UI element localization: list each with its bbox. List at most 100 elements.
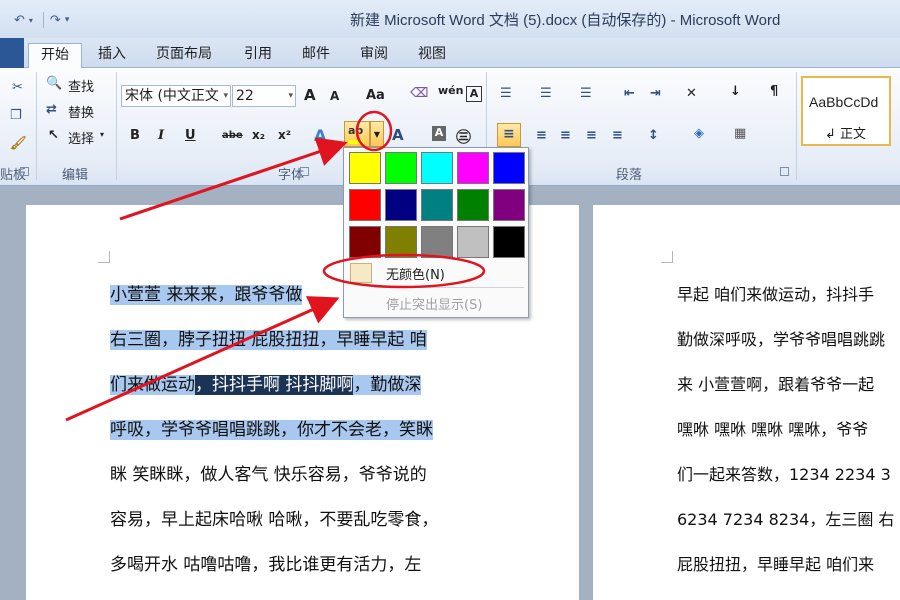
tab-insert[interactable]: 插入 [86,43,138,68]
change-case-button[interactable]: Aa [366,88,385,103]
phonetic-guide-icon[interactable]: wén [438,84,463,97]
tab-home[interactable]: 开始 [28,43,82,68]
menu-separator [374,287,524,288]
selected-text-run: ，勤做深 [353,375,422,395]
tab-page-layout[interactable]: 页面布局 [144,43,224,68]
replace-button[interactable]: 替换 [68,102,94,121]
strikethrough-button[interactable]: abe [222,130,243,141]
text-run: 多喝开水 咕噜咕噜，我比谁更有活力，左 [110,555,422,575]
margin-corner [98,251,110,263]
format-painter-icon[interactable]: 🖌 [10,136,27,151]
color-swatch[interactable] [385,226,417,258]
select-dropdown-icon[interactable]: ▾ [100,130,104,139]
text-effects-icon[interactable]: A [314,126,326,145]
no-color-chip [350,263,372,283]
right-align-icon[interactable]: ≡ [560,128,571,143]
justify-icon[interactable]: ≡ [586,128,597,143]
customize-qat-icon[interactable]: ▾ [65,15,70,25]
paragraph-launcher-icon[interactable] [780,167,789,176]
tab-references[interactable]: 引用 [232,43,284,68]
find-button[interactable]: 查找 [68,76,94,95]
clipboard-launcher-icon[interactable] [20,167,29,176]
text-line: 小萱萱 来来来，跟爷爷做 [110,280,303,310]
highlight-dropdown-arrow[interactable]: ▼ [370,121,384,147]
selected-text-run: 呼吸，学爷爷唱唱跳跳，你才不会老，笑眯 [110,420,433,440]
show-marks-icon[interactable]: ¶ [770,84,778,99]
numbering-icon[interactable]: ☰ [540,86,552,101]
font-launcher-icon[interactable] [300,167,309,176]
color-swatch[interactable] [421,226,453,258]
italic-button[interactable]: I [158,128,164,143]
color-swatch[interactable] [493,152,525,184]
decrease-indent-icon[interactable]: ⇤ [624,86,635,101]
multilevel-list-icon[interactable]: ☰ [580,86,592,101]
center-align-icon[interactable]: ≡ [536,128,547,143]
select-button[interactable]: 选择 [68,128,94,147]
document-page-2[interactable] [593,205,900,600]
select-cursor-icon: ↖ [48,128,59,143]
borders-icon[interactable]: ▦ [734,126,746,141]
color-swatch[interactable] [457,226,489,258]
shrink-font-button[interactable]: A [330,89,339,103]
text-line: 勤做深呼吸，学爷爷唱唱跳跳 [677,330,886,349]
enclose-characters-icon[interactable]: ㊂ [456,126,471,147]
stop-highlight-menu-item[interactable]: 停止突出显示(S) [386,294,482,313]
quick-access-toolbar: ↶ ▾ ↷ ▾ [0,8,73,32]
style-normal[interactable]: AaBbCcDd ↲ 正文 [801,76,891,146]
color-swatch[interactable] [421,152,453,184]
copy-icon[interactable]: ❐ [10,108,22,123]
left-align-icon: ≡ [503,126,515,142]
highlight-color-menu: 无颜色(N) 停止突出显示(S) [343,147,529,318]
style-sample-text: AaBbCcDd [809,94,879,110]
increase-indent-icon[interactable]: ⇥ [650,86,661,101]
undo-icon[interactable]: ↶ [14,13,25,28]
color-swatch[interactable] [349,189,381,221]
group-separator [36,72,37,180]
color-swatch[interactable] [421,189,453,221]
font-name-combo[interactable]: 宋体 (中文正文 ▾ [121,85,231,107]
shading-icon[interactable]: ◈ [694,126,704,141]
font-color-icon[interactable]: A [392,126,404,144]
text-line: 右三圈，脖子扭扭 屁股扭扭，早睡早起 咱 [110,325,427,355]
line-spacing-icon[interactable]: ↕ [648,128,659,143]
clear-formatting-icon[interactable]: ⌫ [410,86,428,101]
bold-button[interactable]: B [130,128,140,143]
character-border-icon[interactable]: A [466,86,482,102]
undo-dropdown-icon[interactable]: ▾ [29,16,33,25]
color-swatch[interactable] [349,226,381,258]
cut-icon[interactable]: ✂ [12,80,23,95]
text-line: 早起 咱们来做运动，抖抖手 [677,285,875,304]
tab-review[interactable]: 审阅 [348,43,400,68]
title-bar: ↶ ▾ ↷ ▾ 新建 Microsoft Word 文档 (5).docx (自… [0,0,900,38]
color-swatch[interactable] [349,152,381,184]
highlight-label: ab [348,124,364,137]
superscript-button[interactable]: x² [278,128,291,142]
redo-icon[interactable]: ↷ [50,13,61,28]
asian-layout-icon[interactable]: ✕ [686,86,697,101]
no-color-menu-item[interactable]: 无颜色(N) [348,261,524,285]
color-swatch[interactable] [385,189,417,221]
color-swatch[interactable] [385,152,417,184]
text-line: 屁股扭扭，早睡早起 咱们来 [677,555,875,574]
underline-button[interactable]: U [185,128,196,143]
text-line: 呼吸，学爷爷唱唱跳跳，你才不会老，笑眯 [110,415,433,445]
color-swatch[interactable] [457,152,489,184]
text-line: 来 小萱萱啊，跟着爷爷一起 [677,375,875,394]
selected-text-run: 右三圈，脖子扭扭 屁股扭扭，早睡早起 咱 [110,330,427,350]
left-align-button[interactable]: ≡ [497,123,521,147]
font-size-combo[interactable]: 22 ▾ [232,85,296,107]
character-shading-icon[interactable]: A [432,126,446,141]
text-highlight-button[interactable]: ab [344,121,370,147]
distributed-icon[interactable]: ≡ [612,128,623,143]
color-swatch[interactable] [493,226,525,258]
grow-font-button[interactable]: A [304,86,316,104]
color-swatch[interactable] [457,189,489,221]
bullets-icon[interactable]: ☰ [500,86,512,101]
font-size-value: 22 [236,88,254,104]
file-tab[interactable] [0,38,24,68]
tab-mailings[interactable]: 邮件 [290,43,342,68]
sort-icon[interactable]: ↓ [730,84,741,99]
subscript-button[interactable]: x₂ [252,128,265,142]
color-swatch[interactable] [493,189,525,221]
tab-view[interactable]: 视图 [406,43,458,68]
